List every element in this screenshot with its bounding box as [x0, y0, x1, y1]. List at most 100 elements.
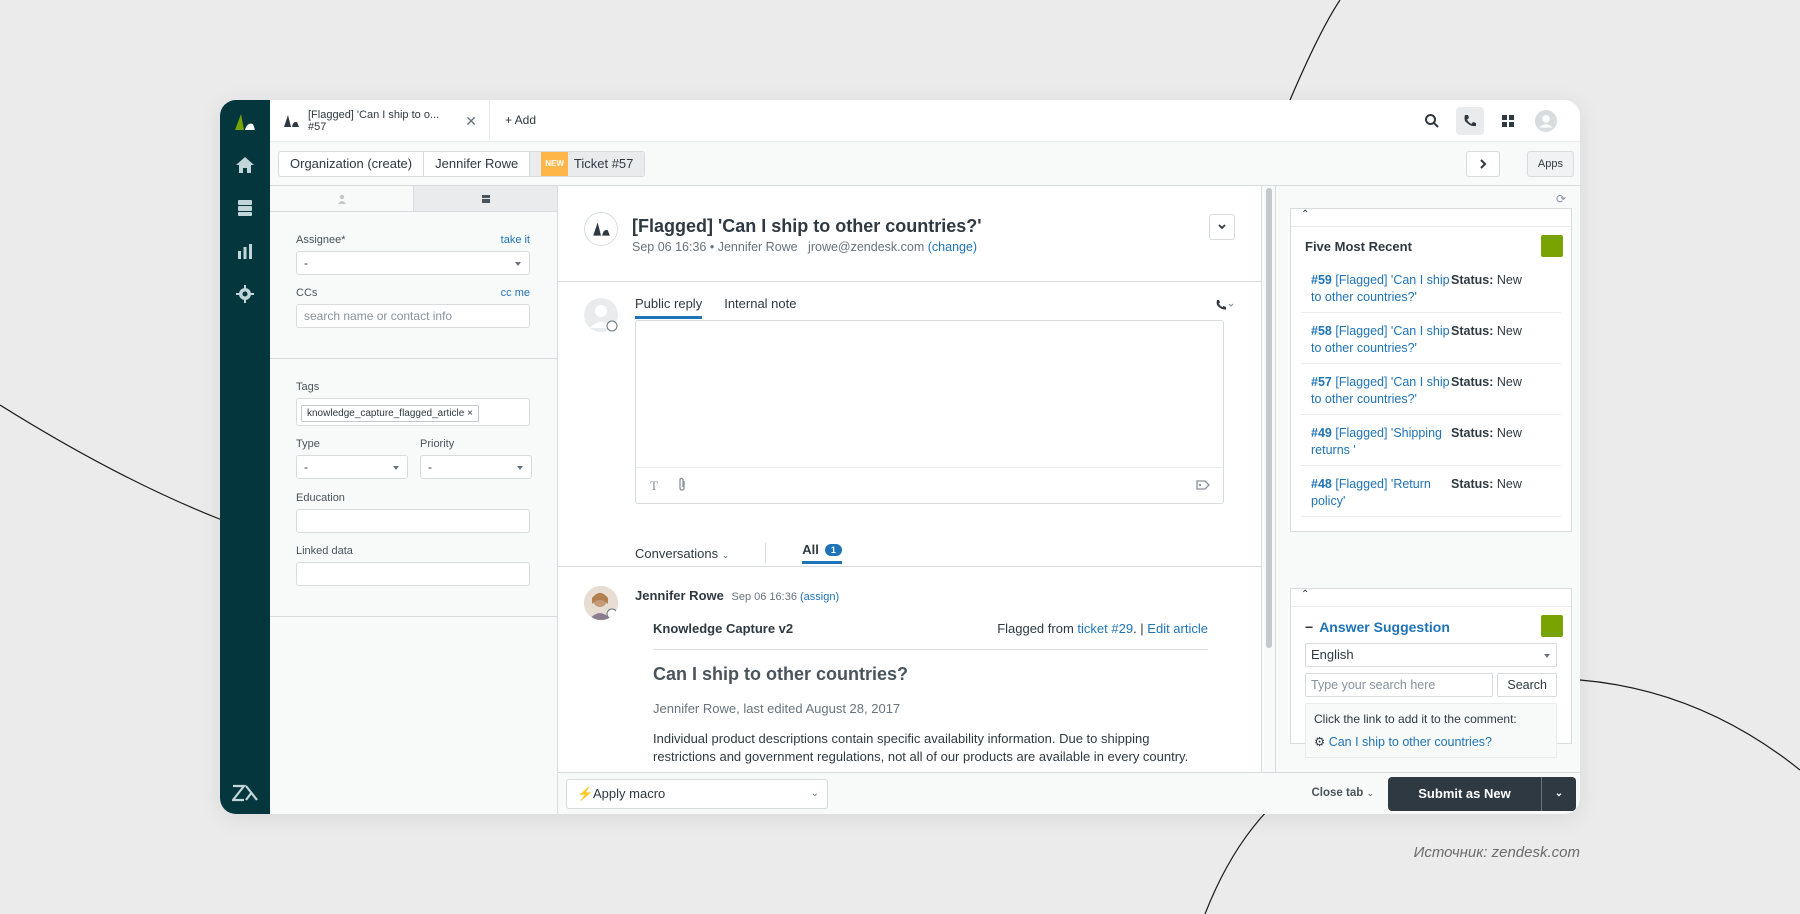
tab-public-reply[interactable]: Public reply [635, 296, 703, 319]
apps-button[interactable]: Apps [1526, 151, 1574, 177]
reply-editor[interactable]: T [635, 320, 1224, 504]
type-field: Type - [296, 438, 408, 479]
ticket-requester[interactable]: Jennifer Rowe [718, 240, 798, 254]
recent-ticket-link[interactable]: #48 [Flagged] 'Return policy' [1311, 476, 1451, 510]
conversation-count-badge: 1 [824, 543, 842, 556]
product-tray-icon[interactable] [1494, 107, 1522, 135]
reporting-icon[interactable] [233, 239, 257, 263]
education-label: Education [296, 492, 345, 504]
linked-data-field: Linked data [296, 545, 530, 586]
article-meta: Jennifer Rowe, last edited August 28, 20… [653, 701, 901, 716]
breadcrumb-ticket[interactable]: NEW Ticket #57 [530, 152, 645, 176]
education-field: Education [296, 492, 530, 533]
edit-article-link[interactable]: Edit article [1147, 621, 1208, 636]
refresh-icon[interactable]: ⟳ [1556, 192, 1566, 206]
recent-ticket-link[interactable]: #57 [Flagged] 'Can I ship to other count… [1311, 374, 1451, 408]
suggestion-hint: Click the link to add it to the comment: [1314, 712, 1517, 726]
knowledge-capture-header: Knowledge Capture v2 Flagged from ticket… [653, 621, 1208, 650]
recent-ticket-link[interactable]: #58 [Flagged] 'Can I ship to other count… [1311, 323, 1451, 357]
tab-all-conversations[interactable]: All 1 [802, 542, 842, 564]
source-ticket-link[interactable]: ticket #29 [1077, 621, 1133, 636]
text-format-icon[interactable]: T [650, 478, 658, 494]
breadcrumb-ticket-label: Ticket #57 [573, 156, 634, 171]
breadcrumb-requester[interactable]: Jennifer Rowe [424, 152, 531, 176]
submit-button[interactable]: Submit as New ⌄ [1388, 777, 1576, 811]
submit-options-chevron-icon[interactable]: ⌄ [1542, 777, 1576, 811]
tab-ticket-properties[interactable] [413, 186, 557, 211]
answer-search-button[interactable]: Search [1497, 673, 1557, 697]
collapse-icon[interactable]: ⌃ [1291, 589, 1571, 607]
recent-ticket-link[interactable]: #49 [Flagged] 'Shipping returns ' [1311, 425, 1451, 459]
tab-user[interactable] [270, 186, 413, 211]
article-title: Can I ship to other countries? [653, 664, 909, 684]
recent-ticket-item: #57 [Flagged] 'Can I ship to other count… [1301, 364, 1561, 415]
assignee-select[interactable]: - [296, 251, 530, 275]
user-avatar-icon[interactable] [1532, 107, 1560, 135]
tags-input[interactable]: knowledge_capture_flagged_article × [296, 398, 530, 426]
take-it-link[interactable]: take it [501, 234, 530, 246]
zendesk-wordmark-icon[interactable] [232, 782, 258, 802]
breadcrumb: Organization (create) Jennifer Rowe NEW … [278, 151, 646, 177]
minimize-icon[interactable]: − [1305, 619, 1313, 635]
change-requester-link[interactable]: (change) [928, 240, 977, 254]
apps-panel: ⟳ ⌃ Five Most Recent #59 [Flagged] 'Can … [1276, 186, 1580, 772]
language-select[interactable]: English [1305, 643, 1557, 667]
education-input[interactable] [296, 509, 530, 533]
assign-link[interactable]: (assign) [800, 591, 839, 603]
close-tab-icon[interactable]: ✕ [465, 113, 477, 130]
recent-ticket-link[interactable]: #59 [Flagged] 'Can I ship to other count… [1311, 272, 1451, 306]
chevron-right-icon [1480, 159, 1487, 169]
tags-field: Tags knowledge_capture_flagged_article × [296, 381, 530, 426]
zendesk-logo-icon[interactable] [233, 112, 257, 132]
cc-me-link[interactable]: cc me [501, 287, 530, 299]
call-icon[interactable] [1215, 298, 1235, 316]
answer-search-input[interactable]: Type your search here [1305, 673, 1494, 697]
recent-ticket-status: Status: New [1451, 477, 1522, 491]
close-tab-button[interactable]: Close tab ⌄ [1311, 787, 1374, 799]
ticket-options-button[interactable] [1209, 214, 1235, 240]
ticket-properties-panel: Assignee* take it - CCs cc me search name … [270, 186, 558, 814]
tab-ticket-number: #57 [308, 121, 327, 133]
priority-label: Priority [420, 438, 455, 450]
collapse-icon[interactable]: ⌃ [1291, 209, 1571, 227]
views-icon[interactable] [233, 196, 257, 220]
breadcrumb-bar: Organization (create) Jennifer Rowe NEW … [270, 142, 1580, 186]
ccs-input[interactable]: search name or contact info [296, 304, 530, 328]
source-caption: Источник: zendesk.com [1413, 844, 1580, 861]
lightbulb-icon [1541, 615, 1563, 637]
add-button[interactable]: + Add [505, 113, 536, 127]
breadcrumb-organization[interactable]: Organization (create) [279, 152, 425, 176]
recent-ticket-item: #48 [Flagged] 'Return policy' Status: New [1301, 466, 1561, 517]
tab-internal-note[interactable]: Internal note [724, 296, 796, 319]
tag-chip[interactable]: knowledge_capture_flagged_article × [301, 405, 479, 422]
apply-macro-select[interactable]: ⚡ Apply macro ⌄ [566, 779, 828, 809]
admin-gear-icon[interactable] [233, 282, 257, 306]
type-select[interactable]: - [296, 455, 408, 479]
linked-data-input[interactable] [296, 562, 530, 586]
phone-icon[interactable] [1456, 107, 1484, 135]
ticket-header: [Flagged] 'Can I ship to other countries… [558, 186, 1261, 282]
recent-ticket-status: Status: New [1451, 324, 1522, 338]
search-icon[interactable] [1418, 107, 1446, 135]
agent-avatar [584, 298, 618, 332]
next-ticket-button[interactable] [1466, 151, 1500, 177]
attachment-icon[interactable] [676, 477, 688, 497]
submit-as-new-label[interactable]: Submit as New [1388, 777, 1542, 811]
app-logo-icon [1541, 235, 1563, 257]
ticket-tab-icon [284, 115, 299, 127]
recent-ticket-status: Status: New [1451, 273, 1522, 287]
recent-ticket-item: #59 [Flagged] 'Can I ship to other count… [1301, 262, 1561, 313]
ticket-tab[interactable]: [Flagged] 'Can I ship to o... #57 ✕ [270, 100, 490, 142]
ticket-title: [Flagged] 'Can I ship to other countries… [632, 216, 982, 236]
ticket-scrollbar[interactable] [1262, 186, 1276, 772]
macro-suggestion-icon[interactable] [1195, 478, 1211, 497]
ticket-icon [481, 194, 490, 203]
ccs-label: CCs [296, 287, 318, 299]
priority-select[interactable]: - [420, 455, 532, 479]
answer-suggestion-title: Answer Suggestion [1319, 619, 1450, 635]
conversations-filter[interactable]: Conversations ⌄ [635, 546, 729, 561]
lightning-icon: ⚡ [577, 786, 594, 801]
user-icon [337, 194, 346, 204]
suggested-article-link[interactable]: Can I ship to other countries? [1329, 735, 1492, 749]
home-icon[interactable] [233, 153, 257, 177]
